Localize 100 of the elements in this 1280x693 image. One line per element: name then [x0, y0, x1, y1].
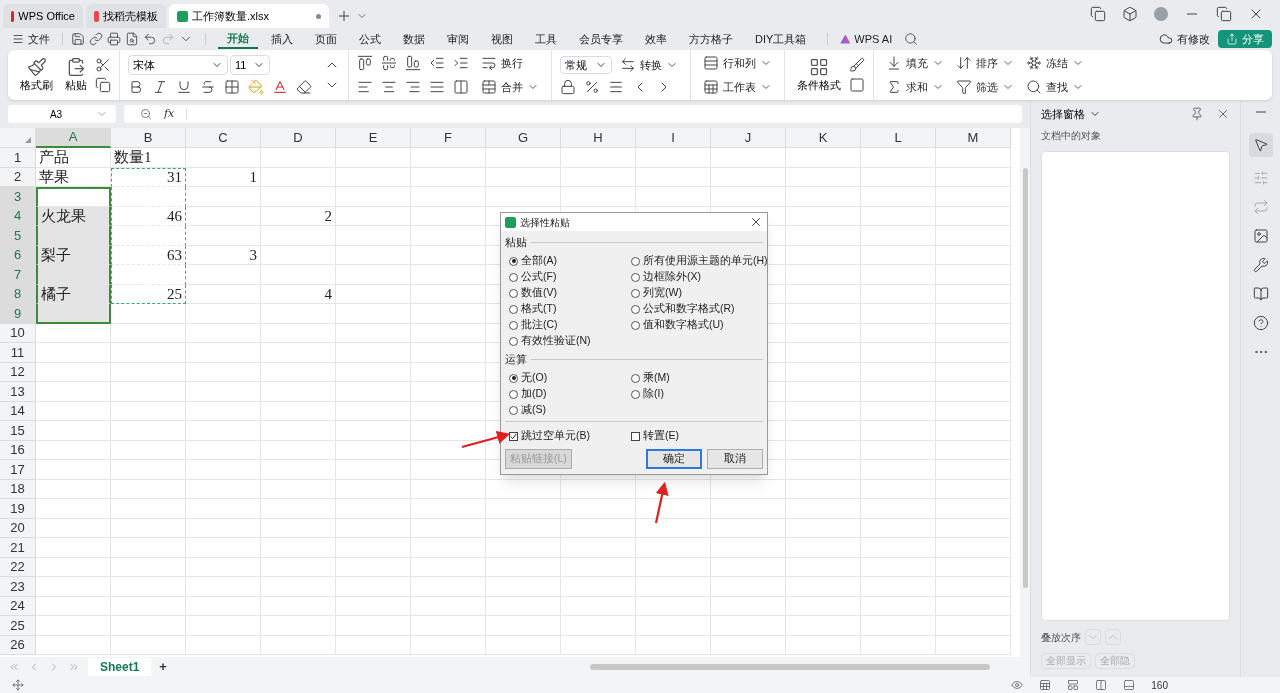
- grid-cell[interactable]: 4: [261, 284, 336, 304]
- row-header[interactable]: 10: [0, 323, 36, 343]
- column-header[interactable]: M: [936, 128, 1011, 148]
- row-header[interactable]: 22: [0, 557, 36, 577]
- row-header[interactable]: 20: [0, 518, 36, 538]
- ribbon-tab[interactable]: 效率: [636, 29, 676, 49]
- format-painter-button[interactable]: 格式刷: [16, 56, 57, 94]
- grid-cell[interactable]: 63: [111, 245, 186, 265]
- zoom-level[interactable]: 160: [1151, 677, 1168, 693]
- radio-option[interactable]: 公式和数字格式(R): [631, 302, 768, 316]
- radio-option[interactable]: 无(O): [509, 371, 631, 385]
- radio-option[interactable]: 乘(M): [631, 371, 763, 385]
- radio-option[interactable]: 加(D): [509, 387, 631, 401]
- row-header[interactable]: 21: [0, 538, 36, 558]
- row-header[interactable]: 4: [0, 206, 36, 226]
- font-size-dropdown[interactable]: 11: [230, 55, 270, 75]
- row-header[interactable]: 5: [0, 226, 36, 246]
- document-tab[interactable]: WPS Office: [3, 4, 83, 28]
- row-header[interactable]: 1: [0, 148, 36, 168]
- radio-option[interactable]: 批注(C): [509, 318, 631, 332]
- row-header[interactable]: 13: [0, 382, 36, 402]
- ribbon-tab[interactable]: 插入: [262, 29, 302, 49]
- row-header[interactable]: 19: [0, 499, 36, 519]
- document-tab[interactable]: 找稻壳模板: [86, 4, 166, 28]
- ribbon-tab[interactable]: 工具: [526, 29, 566, 49]
- radio-option[interactable]: 格式(T): [509, 302, 631, 316]
- dialog-button[interactable]: 取消: [707, 448, 763, 469]
- grid-cell[interactable]: 31: [111, 167, 186, 187]
- column-header[interactable]: J: [711, 128, 786, 148]
- ribbon-tab[interactable]: 方方格子: [680, 29, 742, 49]
- ribbon-button[interactable]: 筛选: [952, 77, 1018, 98]
- number-format-dropdown[interactable]: 常规: [560, 56, 612, 74]
- column-header[interactable]: C: [186, 128, 261, 148]
- grid-cell[interactable]: 25: [111, 284, 186, 304]
- wrap-text-button[interactable]: 换行: [477, 52, 527, 73]
- row-header[interactable]: 7: [0, 265, 36, 285]
- column-header[interactable]: I: [636, 128, 711, 148]
- row-header[interactable]: 23: [0, 577, 36, 597]
- radio-option[interactable]: 全部(A): [509, 254, 631, 268]
- row-header[interactable]: 11: [0, 343, 36, 363]
- grid-cell[interactable]: 数量1: [111, 148, 186, 168]
- formula-input[interactable]: fx: [124, 105, 1022, 123]
- grid-cell[interactable]: 苹果: [36, 167, 111, 187]
- column-header[interactable]: B: [111, 128, 186, 148]
- name-box[interactable]: A3: [8, 105, 116, 123]
- row-header[interactable]: 14: [0, 401, 36, 421]
- merge-button[interactable]: 合并: [477, 77, 543, 98]
- row-header[interactable]: 25: [0, 616, 36, 636]
- font-family-dropdown[interactable]: 宋体: [128, 55, 228, 75]
- share-button[interactable]: 分享: [1218, 30, 1272, 48]
- row-header[interactable]: 15: [0, 421, 36, 441]
- radio-option[interactable]: 有效性验证(N): [509, 334, 631, 348]
- column-header[interactable]: E: [336, 128, 411, 148]
- modified-button[interactable]: 有修改: [1155, 30, 1214, 48]
- row-header[interactable]: 3: [0, 187, 36, 207]
- grid-cell[interactable]: 1: [186, 167, 261, 187]
- checkbox-option[interactable]: 转置(E): [631, 429, 763, 443]
- radio-option[interactable]: 所有使用源主题的单元(H): [631, 254, 768, 268]
- sheet-tab[interactable]: Sheet1: [88, 658, 152, 676]
- checkbox-option[interactable]: 跳过空单元(B): [509, 429, 631, 443]
- row-header[interactable]: 6: [0, 245, 36, 265]
- pane-title[interactable]: 选择窗格: [1041, 105, 1085, 123]
- radio-option[interactable]: 边框除外(X): [631, 270, 768, 284]
- ribbon-button[interactable]: 求和: [882, 77, 948, 98]
- row-header[interactable]: 17: [0, 460, 36, 480]
- worksheet-button[interactable]: 工作表: [699, 77, 776, 98]
- grid-cell[interactable]: 产品: [36, 148, 111, 168]
- ribbon-tab[interactable]: 数据: [394, 29, 434, 49]
- radio-option[interactable]: 列宽(W): [631, 286, 768, 300]
- ribbon-button[interactable]: 冻结: [1022, 52, 1088, 73]
- document-tab[interactable]: 工作簿数量.xlsx: [169, 4, 329, 28]
- ribbon-tab[interactable]: 公式: [350, 29, 390, 49]
- conditional-format-button[interactable]: 条件格式: [793, 56, 845, 94]
- row-header[interactable]: 2: [0, 167, 36, 187]
- radio-option[interactable]: 值和数字格式(U): [631, 318, 768, 332]
- radio-option[interactable]: 减(S): [509, 403, 631, 417]
- column-header[interactable]: K: [786, 128, 861, 148]
- ribbon-tab[interactable]: DIY工具箱: [746, 29, 816, 49]
- column-header[interactable]: G: [486, 128, 561, 148]
- ribbon-tab[interactable]: 会员专享: [570, 29, 632, 49]
- row-header[interactable]: 12: [0, 362, 36, 382]
- ribbon-button[interactable]: 查找: [1022, 77, 1088, 98]
- file-menu[interactable]: 文件: [8, 30, 54, 48]
- grid-cell[interactable]: 梨子: [36, 245, 111, 265]
- row-header[interactable]: 18: [0, 479, 36, 499]
- column-header[interactable]: H: [561, 128, 636, 148]
- add-sheet-button[interactable]: +: [159, 657, 167, 677]
- row-header[interactable]: 9: [0, 304, 36, 324]
- grid-cell[interactable]: 3: [186, 245, 261, 265]
- row-header[interactable]: 24: [0, 596, 36, 616]
- paste-button[interactable]: 粘贴: [61, 56, 91, 94]
- ribbon-tab[interactable]: 视图: [482, 29, 522, 49]
- column-header[interactable]: A: [36, 128, 111, 148]
- grid-cell[interactable]: 火龙果: [36, 206, 111, 226]
- ribbon-tab[interactable]: 页面: [306, 29, 346, 49]
- grid-cell[interactable]: 46: [111, 206, 186, 226]
- column-header[interactable]: D: [261, 128, 336, 148]
- ribbon-tab[interactable]: 审阅: [438, 29, 478, 49]
- wps-ai-button[interactable]: WPS AI: [840, 30, 893, 48]
- dialog-button[interactable]: 确定: [646, 448, 702, 469]
